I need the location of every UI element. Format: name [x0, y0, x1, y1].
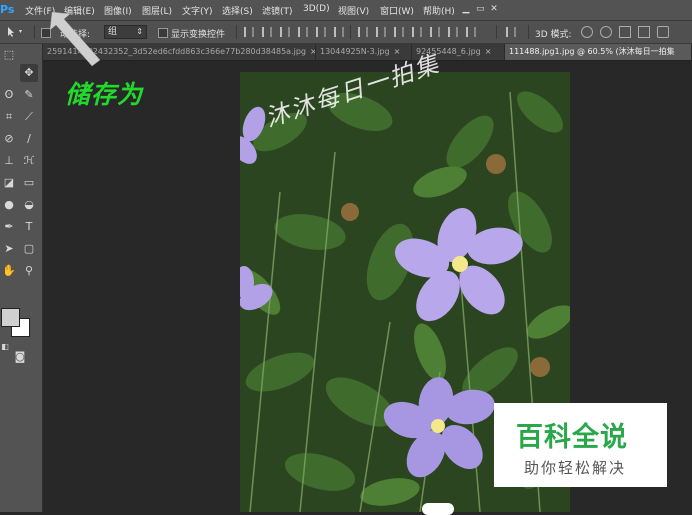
- tab-label: 111488.jpg1.jpg @ 60.5% (沐沐每日一拍集: [509, 47, 675, 56]
- drag-3d-icon[interactable]: [619, 26, 631, 38]
- show-transform-label: 显示变换控件: [171, 30, 226, 40]
- bottom-badge: [422, 503, 454, 515]
- path-selection-tool-icon[interactable]: ➤: [0, 240, 18, 258]
- gradient-tool-icon[interactable]: ▭: [20, 174, 38, 192]
- align-right-icon[interactable]: [334, 27, 344, 37]
- tab-document-active[interactable]: 111488.jpg1.jpg @ 60.5% (沐沐每日一拍集: [505, 44, 692, 60]
- slide-3d-icon[interactable]: [638, 26, 650, 38]
- mode-3d-label: 3D 模式:: [535, 30, 572, 40]
- chevron-down-icon: ⇕: [136, 27, 143, 36]
- scale-3d-icon[interactable]: [657, 26, 669, 38]
- tools-panel: ⬚ ✥ ʘ ✎ ⌗ ⟋ ⊘ ∕ ⊥ ℋ ◪ ▭ ● ◒ ✒ T ➤ ▢ ✋ ⚲ …: [0, 44, 43, 512]
- maximize-icon[interactable]: ▭: [476, 5, 485, 14]
- distribute-vcenter-icon[interactable]: [376, 27, 386, 37]
- menu-window[interactable]: 窗口(W): [380, 4, 414, 17]
- auto-align-layers-icon[interactable]: [506, 27, 516, 37]
- menu-3d[interactable]: 3D(D): [303, 4, 330, 14]
- align-hcenter-icon[interactable]: [316, 27, 326, 37]
- options-separator: [528, 25, 529, 39]
- auto-select-dropdown[interactable]: 组 ⇕: [104, 25, 147, 39]
- options-separator: [34, 25, 35, 39]
- dodge-tool-icon[interactable]: ◒: [20, 196, 38, 214]
- align-left-icon[interactable]: [298, 27, 308, 37]
- align-top-icon[interactable]: [244, 27, 254, 37]
- site-logo-overlay: 百科全说 助你轻松解决: [494, 403, 667, 487]
- rectangle-tool-icon[interactable]: ▢: [20, 240, 38, 258]
- rotate-3d-icon[interactable]: [581, 26, 593, 38]
- foreground-color-swatch[interactable]: [1, 308, 20, 327]
- menu-help[interactable]: 帮助(H): [423, 4, 455, 17]
- move-tool-preset-icon[interactable]: [6, 26, 26, 38]
- close-window-icon[interactable]: ✕: [490, 5, 498, 14]
- photoshop-logo: Ps: [0, 3, 15, 16]
- marquee-tool-icon[interactable]: ⬚: [0, 46, 18, 64]
- annotation-save-as: 储存为: [65, 80, 144, 109]
- minimize-icon[interactable]: ▁: [462, 5, 470, 14]
- annotation-arrow-icon: [49, 11, 101, 67]
- menu-layer[interactable]: 图层(L): [142, 4, 172, 17]
- auto-align-icon[interactable]: [466, 27, 476, 37]
- menu-type[interactable]: 文字(Y): [182, 4, 213, 17]
- move-tool-icon[interactable]: ✥: [20, 64, 38, 82]
- roll-3d-icon[interactable]: [600, 26, 612, 38]
- quick-mask-icon[interactable]: ◙: [0, 348, 40, 366]
- options-separator: [496, 25, 497, 39]
- type-tool-icon[interactable]: T: [20, 218, 38, 236]
- eyedropper-tool-icon[interactable]: ⟋: [20, 108, 38, 126]
- eraser-tool-icon[interactable]: ◪: [0, 174, 18, 192]
- align-vcenter-icon[interactable]: [262, 27, 272, 37]
- show-transform-checkbox[interactable]: [158, 28, 168, 38]
- distribute-hcenter-icon[interactable]: [430, 27, 440, 37]
- blur-tool-icon[interactable]: ●: [0, 196, 18, 214]
- distribute-bottom-icon[interactable]: [394, 27, 404, 37]
- site-logo-title: 百科全说: [516, 422, 628, 453]
- clone-stamp-tool-icon[interactable]: ⊥: [0, 152, 18, 170]
- close-tab-icon[interactable]: ×: [485, 47, 492, 56]
- menu-view[interactable]: 视图(V): [338, 4, 369, 17]
- crop-tool-icon[interactable]: ⌗: [0, 108, 18, 126]
- pen-tool-icon[interactable]: ✒: [0, 218, 18, 236]
- distribute-left-icon[interactable]: [412, 27, 422, 37]
- brush-tool-icon[interactable]: ∕: [20, 130, 38, 148]
- healing-brush-tool-icon[interactable]: ⊘: [0, 130, 18, 148]
- site-logo-subtitle: 助你轻松解决: [524, 459, 627, 477]
- distribute-right-icon[interactable]: [448, 27, 458, 37]
- hand-tool-icon[interactable]: ✋: [0, 262, 18, 280]
- options-separator: [350, 25, 351, 39]
- history-brush-tool-icon[interactable]: ℋ: [20, 152, 38, 170]
- quick-select-tool-icon[interactable]: ✎: [20, 86, 38, 104]
- lasso-tool-icon[interactable]: ʘ: [0, 86, 18, 104]
- menu-select[interactable]: 选择(S): [222, 4, 253, 17]
- options-separator: [236, 25, 237, 39]
- menu-filter[interactable]: 滤镜(T): [262, 4, 293, 17]
- zoom-tool-icon[interactable]: ⚲: [20, 262, 38, 280]
- document-tabs: 2591414602432352_3d52ed6cfdd863c366e77b2…: [43, 44, 692, 61]
- tab-label: 13044925N-3.jpg: [320, 47, 390, 56]
- distribute-top-icon[interactable]: [358, 27, 368, 37]
- align-bottom-icon[interactable]: [280, 27, 290, 37]
